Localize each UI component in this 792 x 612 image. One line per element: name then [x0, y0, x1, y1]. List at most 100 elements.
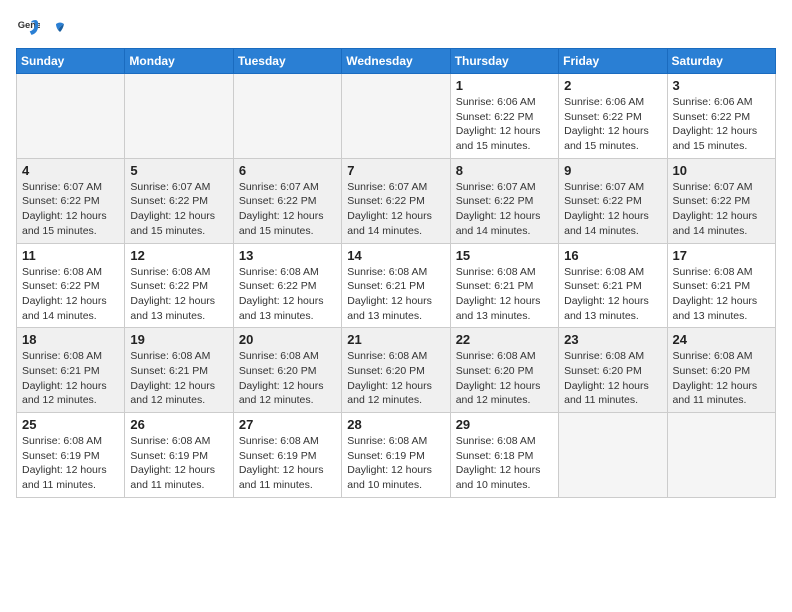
calendar-week-row: 25 Sunrise: 6:08 AMSunset: 6:19 PMDayligh…	[17, 413, 776, 498]
day-number: 13	[239, 248, 336, 263]
day-number: 29	[456, 417, 553, 432]
calendar-day-cell	[125, 74, 233, 159]
day-info: Sunrise: 6:08 AMSunset: 6:19 PMDaylight:…	[22, 434, 119, 493]
day-info: Sunrise: 6:08 AMSunset: 6:20 PMDaylight:…	[673, 349, 770, 408]
day-number: 20	[239, 332, 336, 347]
calendar-week-row: 11 Sunrise: 6:08 AMSunset: 6:22 PMDayligh…	[17, 243, 776, 328]
logo: General	[16, 16, 66, 40]
calendar-day-cell: 16Sunrise: 6:08 AMSunset: 6:21 PMDayligh…	[559, 243, 667, 328]
day-number: 16	[564, 248, 661, 263]
day-number: 10	[673, 163, 770, 178]
calendar-day-cell: 26 Sunrise: 6:08 AMSunset: 6:19 PMDayligh…	[125, 413, 233, 498]
calendar-day-cell: 24 Sunrise: 6:08 AMSunset: 6:20 PMDayligh…	[667, 328, 775, 413]
logo-icon: General	[16, 16, 40, 40]
calendar-day-cell: 9 Sunrise: 6:07 AMSunset: 6:22 PMDaylight…	[559, 158, 667, 243]
calendar-day-cell: 14Sunrise: 6:08 AMSunset: 6:21 PMDayligh…	[342, 243, 450, 328]
calendar-day-cell	[342, 74, 450, 159]
day-number: 15	[456, 248, 553, 263]
calendar-day-cell: 22 Sunrise: 6:08 AMSunset: 6:20 PMDayligh…	[450, 328, 558, 413]
calendar-day-cell: 28 Sunrise: 6:08 AMSunset: 6:19 PMDayligh…	[342, 413, 450, 498]
day-number: 23	[564, 332, 661, 347]
day-info: Sunrise: 6:08 AMSunset: 6:20 PMDaylight:…	[347, 349, 444, 408]
calendar-week-row: 1 Sunrise: 6:06 AMSunset: 6:22 PMDaylight…	[17, 74, 776, 159]
calendar-day-cell: 10 Sunrise: 6:07 AMSunset: 6:22 PMDayligh…	[667, 158, 775, 243]
calendar-table: SundayMondayTuesdayWednesdayThursdayFrid…	[16, 48, 776, 498]
day-number: 2	[564, 78, 661, 93]
calendar-day-cell: 15 Sunrise: 6:08 AMSunset: 6:21 PMDayligh…	[450, 243, 558, 328]
day-number: 24	[673, 332, 770, 347]
calendar-day-cell	[233, 74, 341, 159]
day-number: 17	[673, 248, 770, 263]
calendar-day-cell	[667, 413, 775, 498]
day-info: Sunrise: 6:07 AMSunset: 6:22 PMDaylight:…	[456, 180, 553, 239]
day-info: Sunrise: 6:07 AMSunset: 6:22 PMDaylight:…	[564, 180, 661, 239]
calendar-day-cell: 11 Sunrise: 6:08 AMSunset: 6:22 PMDayligh…	[17, 243, 125, 328]
day-number: 9	[564, 163, 661, 178]
day-info: Sunrise: 6:08 AMSunset: 6:20 PMDaylight:…	[564, 349, 661, 408]
day-number: 11	[22, 248, 119, 263]
weekday-header-row: SundayMondayTuesdayWednesdayThursdayFrid…	[17, 49, 776, 74]
day-number: 1	[456, 78, 553, 93]
day-number: 4	[22, 163, 119, 178]
day-info: Sunrise: 6:07 AMSunset: 6:22 PMDaylight:…	[130, 180, 227, 239]
day-info: Sunrise: 6:08 AMSunset: 6:19 PMDaylight:…	[347, 434, 444, 493]
day-number: 8	[456, 163, 553, 178]
weekday-header-thursday: Thursday	[450, 49, 558, 74]
day-info: Sunrise: 6:08 AMSunset: 6:18 PMDaylight:…	[456, 434, 553, 493]
day-info: Sunrise: 6:07 AMSunset: 6:22 PMDaylight:…	[673, 180, 770, 239]
calendar-day-cell: 29 Sunrise: 6:08 AMSunset: 6:18 PMDayligh…	[450, 413, 558, 498]
day-number: 18	[22, 332, 119, 347]
day-number: 3	[673, 78, 770, 93]
day-number: 26	[130, 417, 227, 432]
calendar-day-cell: 13 Sunrise: 6:08 AMSunset: 6:22 PMDayligh…	[233, 243, 341, 328]
weekday-header-wednesday: Wednesday	[342, 49, 450, 74]
day-number: 22	[456, 332, 553, 347]
calendar-day-cell: 23 Sunrise: 6:08 AMSunset: 6:20 PMDayligh…	[559, 328, 667, 413]
calendar-day-cell: 2 Sunrise: 6:06 AMSunset: 6:22 PMDaylight…	[559, 74, 667, 159]
weekday-header-saturday: Saturday	[667, 49, 775, 74]
page-header: General	[16, 16, 776, 40]
day-number: 28	[347, 417, 444, 432]
calendar-day-cell: 12Sunrise: 6:08 AMSunset: 6:22 PMDayligh…	[125, 243, 233, 328]
day-info: Sunrise: 6:06 AMSunset: 6:22 PMDaylight:…	[456, 95, 553, 154]
day-number: 6	[239, 163, 336, 178]
calendar-day-cell: 19Sunrise: 6:08 AMSunset: 6:21 PMDayligh…	[125, 328, 233, 413]
day-info: Sunrise: 6:07 AMSunset: 6:22 PMDaylight:…	[239, 180, 336, 239]
day-info: Sunrise: 6:08 AMSunset: 6:19 PMDaylight:…	[239, 434, 336, 493]
calendar-day-cell: 6 Sunrise: 6:07 AMSunset: 6:22 PMDaylight…	[233, 158, 341, 243]
calendar-day-cell: 25 Sunrise: 6:08 AMSunset: 6:19 PMDayligh…	[17, 413, 125, 498]
day-info: Sunrise: 6:06 AMSunset: 6:22 PMDaylight:…	[673, 95, 770, 154]
day-info: Sunrise: 6:07 AMSunset: 6:22 PMDaylight:…	[347, 180, 444, 239]
day-number: 7	[347, 163, 444, 178]
calendar-day-cell	[17, 74, 125, 159]
calendar-day-cell: 17 Sunrise: 6:08 AMSunset: 6:21 PMDayligh…	[667, 243, 775, 328]
calendar-day-cell	[559, 413, 667, 498]
day-number: 12	[130, 248, 227, 263]
day-info: Sunrise: 6:08 AMSunset: 6:21 PMDaylight:…	[130, 349, 227, 408]
day-info: Sunrise: 6:08 AMSunset: 6:20 PMDaylight:…	[239, 349, 336, 408]
day-info: Sunrise: 6:08 AMSunset: 6:19 PMDaylight:…	[130, 434, 227, 493]
calendar-day-cell: 21 Sunrise: 6:08 AMSunset: 6:20 PMDayligh…	[342, 328, 450, 413]
day-number: 14	[347, 248, 444, 263]
day-info: Sunrise: 6:08 AMSunset: 6:20 PMDaylight:…	[456, 349, 553, 408]
day-number: 25	[22, 417, 119, 432]
weekday-header-monday: Monday	[125, 49, 233, 74]
calendar-day-cell: 1 Sunrise: 6:06 AMSunset: 6:22 PMDaylight…	[450, 74, 558, 159]
calendar-day-cell: 18Sunrise: 6:08 AMSunset: 6:21 PMDayligh…	[17, 328, 125, 413]
logo-bird-icon	[46, 20, 66, 40]
day-info: Sunrise: 6:08 AMSunset: 6:21 PMDaylight:…	[456, 265, 553, 324]
weekday-header-friday: Friday	[559, 49, 667, 74]
calendar-day-cell: 20 Sunrise: 6:08 AMSunset: 6:20 PMDayligh…	[233, 328, 341, 413]
day-info: Sunrise: 6:06 AMSunset: 6:22 PMDaylight:…	[564, 95, 661, 154]
day-info: Sunrise: 6:08 AMSunset: 6:21 PMDaylight:…	[673, 265, 770, 324]
day-number: 5	[130, 163, 227, 178]
day-number: 27	[239, 417, 336, 432]
day-info: Sunrise: 6:08 AMSunset: 6:22 PMDaylight:…	[239, 265, 336, 324]
day-number: 21	[347, 332, 444, 347]
calendar-day-cell: 5 Sunrise: 6:07 AMSunset: 6:22 PMDaylight…	[125, 158, 233, 243]
weekday-header-sunday: Sunday	[17, 49, 125, 74]
day-info: Sunrise: 6:07 AMSunset: 6:22 PMDaylight:…	[22, 180, 119, 239]
calendar-day-cell: 8 Sunrise: 6:07 AMSunset: 6:22 PMDaylight…	[450, 158, 558, 243]
weekday-header-tuesday: Tuesday	[233, 49, 341, 74]
day-info: Sunrise: 6:08 AMSunset: 6:22 PMDaylight:…	[22, 265, 119, 324]
